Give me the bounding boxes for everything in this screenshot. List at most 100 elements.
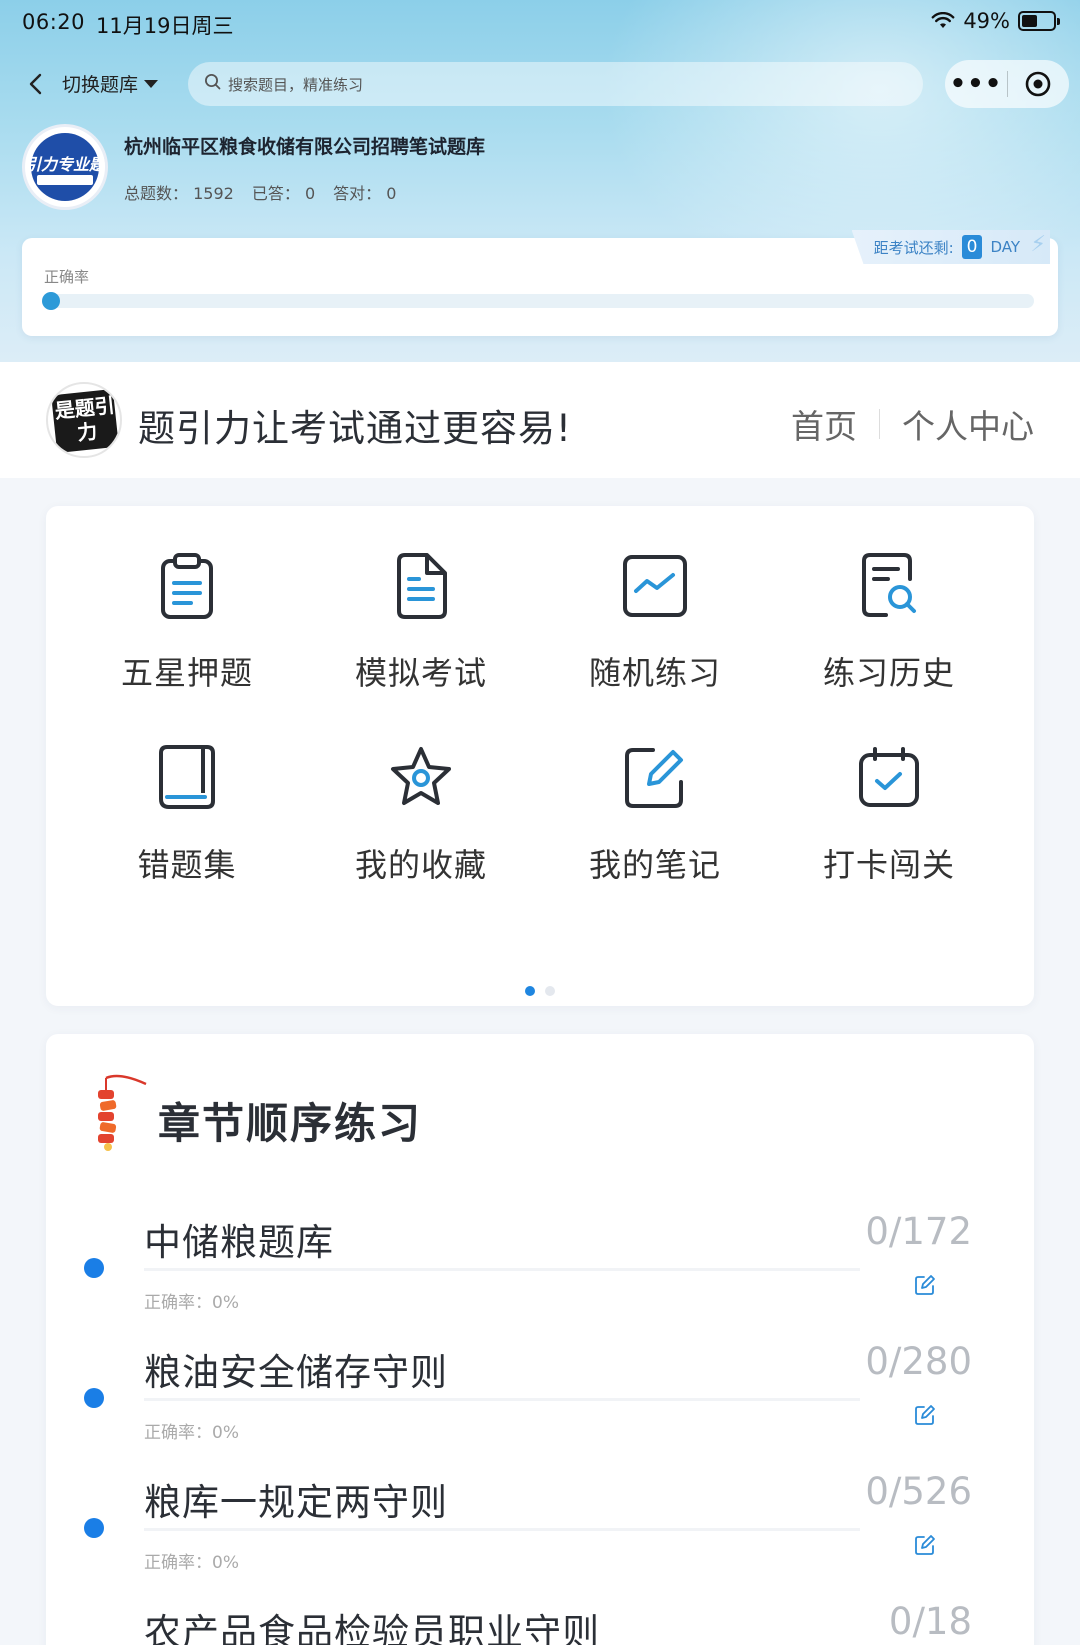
brand-banner: 是题引力 题引力让考试通过更容易! 首页 个人中心 <box>0 362 1080 478</box>
calendar-check-icon <box>849 738 929 818</box>
bolt-icon: ⚡ <box>1030 232 1046 257</box>
more-icon[interactable]: ••• <box>945 64 1007 104</box>
answered-stat: 已答： 0 <box>252 180 315 204</box>
slogan: 题引力让考试通过更容易! <box>138 407 572 450</box>
chapter-divider <box>144 1398 860 1401</box>
chapter-name: 农产品食品检验员职业守则 <box>144 1611 600 1645</box>
chapter-count: 0/18 <box>888 1600 972 1643</box>
chapter-divider <box>144 1268 860 1271</box>
search-icon <box>204 73 222 95</box>
grid-item-star-questions[interactable]: 五星押题 <box>70 546 304 694</box>
nav-home[interactable]: 首页 <box>791 400 857 448</box>
navbar: 切换题库 搜索题目，精准练习 ••• <box>0 58 1080 110</box>
grid-label: 模拟考试 <box>354 654 487 692</box>
page-dot-active[interactable] <box>525 986 535 996</box>
grid-item-favorites[interactable]: 我的收藏 <box>304 738 538 886</box>
chapter-count: 0/526 <box>865 1470 972 1513</box>
grid-label: 随机练习 <box>588 654 721 692</box>
edit-icon[interactable] <box>914 1534 936 1560</box>
bank-logo-text: 引力专业题 <box>25 155 106 174</box>
book-icon <box>147 738 227 818</box>
chapter-practice-card: 章节顺序练习 中储粮题库 正确率：0% 0/172 粮油安全储存守则 正确率：0… <box>46 1034 1034 1645</box>
bank-title: 杭州临平区粮食收储有限公司招聘笔试题库 <box>124 136 486 158</box>
close-target-icon[interactable] <box>1008 70 1068 98</box>
chapter-bullet <box>84 1258 104 1278</box>
countdown-value: 0 <box>961 235 983 259</box>
status-date: 11月19日周三 <box>96 14 234 38</box>
accuracy-card: 距考试还剩: 0 DAY ⚡ 正确率 <box>22 230 1058 336</box>
status-time: 06:20 <box>22 10 86 34</box>
chapter-item[interactable]: 粮库一规定两守则 正确率：0% 0/526 <box>46 1464 1034 1594</box>
grid-label: 我的收藏 <box>354 846 487 884</box>
caret-down-icon <box>144 79 159 88</box>
chapter-header: 章节顺序练习 <box>90 1070 422 1152</box>
chapter-bullet <box>84 1388 104 1408</box>
total-label: 总题数： <box>124 184 189 203</box>
feature-grid: 五星押题 模拟考试 随机练习 练习历史 错题集 我的收藏 我的笔记 打卡闯关 <box>46 546 1034 886</box>
chapter-title: 章节顺序练习 <box>158 1098 423 1148</box>
exam-countdown: 距考试还剩: 0 DAY ⚡ <box>851 230 1050 264</box>
grid-label: 练习历史 <box>822 654 955 692</box>
chapter-item[interactable]: 粮油安全储存守则 正确率：0% 0/280 <box>46 1334 1034 1464</box>
edit-icon[interactable] <box>914 1404 936 1430</box>
chapter-count: 0/280 <box>865 1340 972 1383</box>
chapter-count: 0/172 <box>865 1210 972 1253</box>
correct-value: 0 <box>386 184 397 203</box>
bank-stats: 总题数： 1592 已答： 0 答对： 0 <box>124 180 396 204</box>
total-value: 1592 <box>193 184 234 203</box>
chapter-name: 粮库一规定两守则 <box>144 1481 448 1524</box>
countdown-label: 距考试还剩: <box>873 238 954 257</box>
status-right: 49% <box>931 9 1060 33</box>
nav-profile[interactable]: 个人中心 <box>902 400 1034 448</box>
grid-item-notes[interactable]: 我的笔记 <box>538 738 772 886</box>
grid-label: 五星押题 <box>120 654 253 692</box>
chapter-divider <box>144 1528 860 1531</box>
chapter-name: 粮油安全储存守则 <box>144 1351 448 1394</box>
clipboard-icon <box>147 546 227 626</box>
chapter-item[interactable]: 中储粮题库 正确率：0% 0/172 <box>46 1204 1034 1334</box>
switch-bank-label: 切换题库 <box>62 74 139 96</box>
chapter-name: 中储粮题库 <box>144 1221 334 1264</box>
accuracy-progress-dot <box>42 292 60 310</box>
search-input[interactable]: 搜索题目，精准练习 <box>188 62 923 106</box>
grid-item-practice-history[interactable]: 练习历史 <box>772 546 1006 694</box>
search-placeholder: 搜索题目，精准练习 <box>228 75 364 94</box>
chapter-item[interactable]: 农产品食品检验员职业守则 0/18 <box>46 1594 1034 1645</box>
chapter-bullet <box>84 1518 104 1538</box>
grid-item-mock-exam[interactable]: 模拟考试 <box>304 546 538 694</box>
wifi-icon <box>931 12 955 30</box>
grid-item-random-practice[interactable]: 随机练习 <box>538 546 772 694</box>
grid-label: 打卡闯关 <box>822 846 955 884</box>
grid-label: 错题集 <box>137 846 237 884</box>
nav-divider <box>879 409 880 439</box>
page-indicator <box>46 986 1034 996</box>
feature-grid-card: 五星押题 模拟考试 随机练习 练习历史 错题集 我的收藏 我的笔记 打卡闯关 <box>46 506 1034 1006</box>
grid-label: 我的笔记 <box>588 846 721 884</box>
battery-icon <box>1018 11 1060 31</box>
note-edit-icon <box>615 738 695 818</box>
chapter-accuracy: 正确率：0% <box>144 1423 239 1443</box>
answered-value: 0 <box>304 184 316 203</box>
brand-logo: 是题引力 <box>46 382 122 458</box>
chapter-accuracy: 正确率：0% <box>144 1293 239 1313</box>
back-icon[interactable] <box>22 70 50 98</box>
edit-icon[interactable] <box>914 1274 936 1300</box>
banner-nav: 首页 个人中心 <box>791 400 1034 448</box>
grid-item-checkin[interactable]: 打卡闯关 <box>772 738 1006 886</box>
total-stat: 总题数： 1592 <box>124 180 234 204</box>
correct-stat: 答对： 0 <box>333 180 396 204</box>
chart-line-icon <box>615 546 695 626</box>
page-dot[interactable] <box>545 986 555 996</box>
miniapp-capsule: ••• <box>945 60 1069 108</box>
star-icon <box>381 738 461 818</box>
accuracy-label: 正确率 <box>44 268 90 286</box>
grid-item-wrong-questions[interactable]: 错题集 <box>70 738 304 886</box>
accuracy-progress-track <box>44 294 1034 308</box>
switch-bank-button[interactable]: 切换题库 <box>62 70 159 97</box>
bank-info: 引力专业题 杭州临平区粮食收储有限公司招聘笔试题库 总题数： 1592 已答： … <box>22 124 1062 214</box>
correct-label: 答对： <box>333 184 382 203</box>
document-icon <box>381 546 461 626</box>
bank-logo: 引力专业题 <box>22 124 108 210</box>
answered-label: 已答： <box>251 184 300 203</box>
battery-fill <box>1022 15 1037 27</box>
